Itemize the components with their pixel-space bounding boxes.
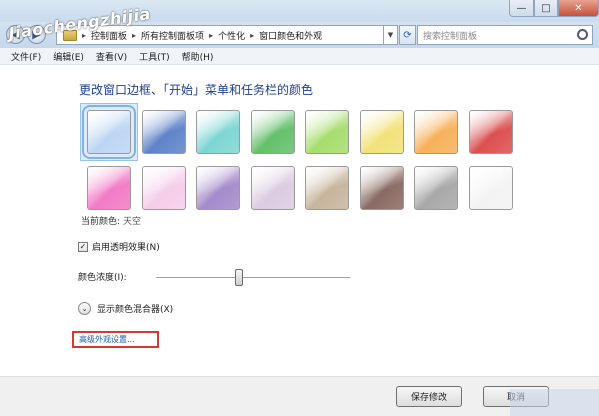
color-swatch-leaf[interactable] (250, 110, 295, 154)
save-button[interactable]: 保存修改 (396, 386, 462, 407)
swatch-gloss (469, 167, 512, 209)
refresh-icon: ⟳ (403, 29, 412, 41)
menu-bar: 文件(F) 编辑(E) 查看(V) 工具(T) 帮助(H) (0, 48, 599, 65)
color-swatch-fuchsia[interactable] (87, 166, 131, 210)
window-resize-grip[interactable] (510, 389, 599, 416)
menu-view[interactable]: 查看(V) (96, 50, 127, 63)
color-swatch-pumpkin[interactable] (414, 110, 458, 154)
maximize-button[interactable]: □ (534, 0, 558, 17)
refresh-button[interactable]: ⟳ (399, 25, 416, 45)
breadcrumb-separator-icon: ▸ (132, 30, 137, 40)
menu-help[interactable]: 帮助(H) (182, 50, 214, 63)
swatch-gloss (142, 111, 185, 153)
swatch-gloss (88, 111, 130, 153)
search-icon (577, 29, 588, 40)
minimize-button[interactable]: — (509, 0, 534, 17)
menu-edit[interactable]: 编辑(E) (53, 50, 84, 63)
swatch-gloss (251, 111, 294, 153)
swatch-gloss (251, 167, 294, 209)
color-swatch-slate[interactable] (414, 166, 458, 210)
transparency-label: 启用透明效果(N) (92, 243, 160, 253)
color-swatch-ruby[interactable] (468, 110, 513, 154)
color-swatch-blush[interactable] (141, 166, 186, 210)
breadcrumb-item[interactable]: 窗口颜色和外观 (259, 29, 322, 42)
close-button[interactable]: ✕ (558, 0, 599, 17)
intensity-slider-thumb[interactable] (235, 269, 244, 286)
address-dropdown-button[interactable]: ▼ (384, 25, 398, 45)
maximize-icon: □ (541, 2, 551, 14)
color-swatch-violet[interactable] (196, 166, 240, 210)
current-color-label: 当前颜色: (81, 217, 121, 227)
color-swatch-frost[interactable] (468, 166, 513, 210)
color-swatch-taupe[interactable] (305, 166, 349, 210)
page-title: 更改窗口边框、「开始」菜单和任务栏的颜色 (79, 83, 314, 97)
color-swatch-sun[interactable] (359, 110, 404, 154)
chevron-down-icon: ⌄ (78, 302, 91, 315)
breadcrumb-item[interactable]: 个性化 (218, 29, 245, 42)
swatch-gloss (197, 111, 239, 153)
current-color: 当前颜色: 天空 (81, 214, 141, 227)
breadcrumb-separator-icon: ▸ (209, 30, 214, 40)
menu-file[interactable]: 文件(F) (11, 50, 41, 63)
swatch-gloss (88, 167, 130, 209)
chevron-down-icon: ▼ (387, 31, 394, 39)
swatch-gloss (360, 167, 403, 209)
color-swatch-lime[interactable] (305, 110, 349, 154)
intensity-label: 颜色浓度(I): (78, 273, 127, 283)
swatch-gloss (469, 111, 512, 153)
color-swatch-sky[interactable] (82, 105, 136, 159)
main-content: 更改窗口边框、「开始」菜单和任务栏的颜色 当前颜色: 天空 ✓ 启用透明效果(N)… (0, 66, 599, 376)
checkbox-check-icon: ✓ (78, 241, 88, 252)
breadcrumb-item[interactable]: 所有控制面板项 (141, 29, 204, 42)
color-swatch-twilight[interactable] (141, 110, 186, 154)
swatch-gloss (197, 167, 239, 209)
transparency-checkbox[interactable]: ✓ 启用透明效果(N) (78, 240, 160, 253)
search-input[interactable]: 搜索控制面板 (417, 25, 593, 45)
menu-tools[interactable]: 工具(T) (139, 50, 170, 63)
swatch-gloss (360, 111, 403, 153)
color-swatch-chocolate[interactable] (359, 166, 404, 210)
intensity-slider-track[interactable] (156, 277, 350, 279)
current-color-value: 天空 (123, 217, 142, 227)
color-mixer-toggle[interactable]: ⌄ 显示颜色混合器(X) (78, 302, 173, 315)
swatch-gloss (415, 167, 457, 209)
swatch-gloss (306, 111, 348, 153)
color-swatch-sea[interactable] (196, 110, 240, 154)
minimize-icon: — (516, 2, 527, 14)
swatch-gloss (306, 167, 348, 209)
breadcrumb-separator-icon: ▸ (250, 30, 255, 40)
color-mixer-label: 显示颜色混合器(X) (97, 305, 174, 315)
search-placeholder: 搜索控制面板 (423, 31, 478, 42)
color-swatch-lavender[interactable] (250, 166, 295, 210)
swatch-gloss (415, 111, 457, 153)
swatch-gloss (142, 167, 185, 209)
advanced-appearance-link[interactable]: 高级外观设置... (72, 331, 159, 348)
close-icon: ✕ (574, 2, 583, 14)
